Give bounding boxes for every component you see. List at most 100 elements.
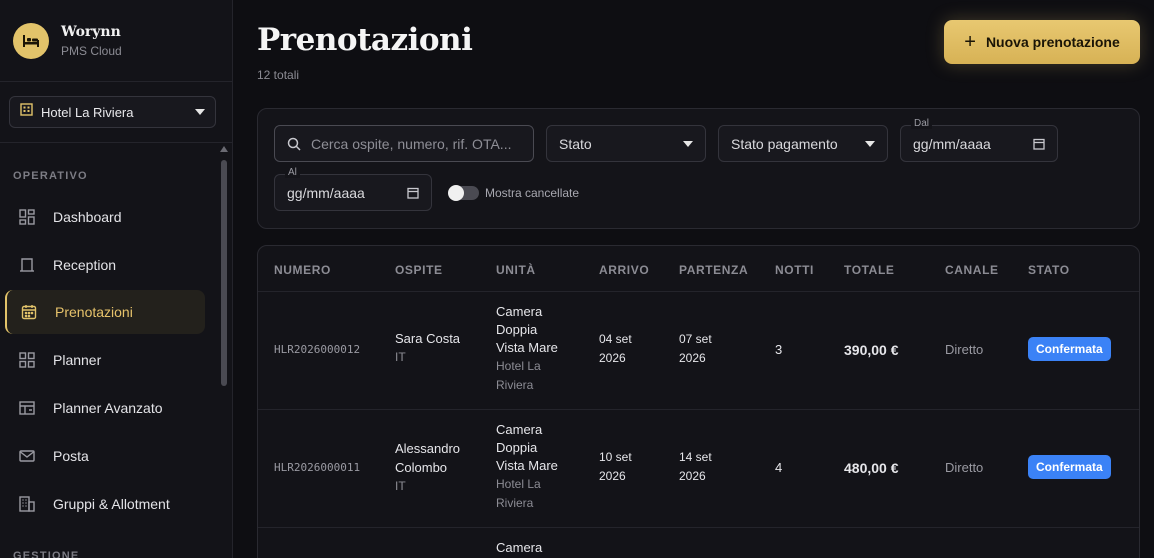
bookings-table: NUMERO OSPITE UNITÀ ARRIVO PARTENZA NOTT… bbox=[257, 245, 1140, 558]
layout-icon bbox=[17, 398, 37, 418]
row-divider bbox=[258, 409, 1139, 410]
brand-subtitle: PMS Cloud bbox=[61, 43, 122, 58]
calendar-picker-icon[interactable] bbox=[1033, 138, 1045, 150]
arrival-line: 10 set bbox=[599, 450, 632, 464]
sidebar-item-prenotazioni[interactable]: Prenotazioni bbox=[5, 290, 205, 334]
brand: Worynn PMS Cloud bbox=[0, 0, 232, 82]
search-icon bbox=[287, 137, 301, 151]
column-header-arrivo[interactable]: ARRIVO bbox=[599, 263, 649, 277]
unit-cell: Camera bbox=[496, 539, 542, 557]
bed-icon bbox=[13, 22, 49, 59]
plus-icon: + bbox=[964, 31, 976, 53]
date-to-label: Al bbox=[285, 167, 300, 178]
section-label-gestione: GESTIONE bbox=[13, 550, 80, 558]
sidebar-item-label: Planner bbox=[53, 352, 102, 368]
guest-name: Alessandro Colombo IT bbox=[395, 439, 460, 496]
row-divider bbox=[258, 527, 1139, 528]
new-booking-label: Nuova prenotazione bbox=[985, 34, 1120, 50]
sidebar-item-posta[interactable]: Posta bbox=[5, 434, 205, 478]
sidebar-item-planner[interactable]: Planner bbox=[5, 338, 205, 382]
unit-cell: Camera Doppia Vista Mare Hotel La Rivier… bbox=[496, 421, 558, 513]
unit-line: Camera bbox=[496, 304, 543, 319]
nights-count: 3 bbox=[775, 342, 783, 357]
mail-icon bbox=[17, 446, 37, 466]
guest-name-text: Colombo bbox=[395, 460, 448, 475]
column-header-stato[interactable]: STATO bbox=[1028, 263, 1070, 277]
departure-date: 07 set 2026 bbox=[679, 330, 712, 368]
unit-line: Vista Mare bbox=[496, 458, 558, 473]
unit-line: Vista Mare bbox=[496, 340, 558, 355]
unit-cell: Camera Doppia Vista Mare Hotel La Rivier… bbox=[496, 303, 558, 395]
section-label-operativo: OPERATIVO bbox=[13, 170, 88, 182]
arrival-line: 2026 bbox=[599, 469, 626, 483]
channel: Diretto bbox=[945, 342, 984, 357]
status-badge: Confermata bbox=[1028, 337, 1111, 361]
sidebar: Worynn PMS Cloud Hotel La Riviera OPERAT… bbox=[0, 0, 233, 558]
date-to-input[interactable]: gg/mm/aaaa bbox=[274, 174, 432, 211]
scroll-thumb[interactable] bbox=[221, 160, 227, 386]
sidebar-divider bbox=[0, 142, 232, 143]
page-title: Prenotazioni bbox=[257, 22, 473, 58]
filters-panel: Cerca ospite, numero, rif. OTA... Stato … bbox=[257, 108, 1140, 229]
row-divider bbox=[258, 291, 1139, 292]
guest-name-text: Alessandro bbox=[395, 441, 461, 456]
show-cancelled-label: Mostra cancellate bbox=[485, 186, 580, 200]
hotel-line: Hotel La bbox=[496, 477, 541, 491]
total-amount: 480,00 € bbox=[844, 460, 899, 476]
hotel-line: Riviera bbox=[496, 378, 534, 392]
hotel-line: Riviera bbox=[496, 496, 534, 510]
date-from-value: gg/mm/aaaa bbox=[913, 135, 991, 152]
hotel-selector[interactable]: Hotel La Riviera bbox=[9, 96, 216, 128]
departure-line: 2026 bbox=[679, 469, 706, 483]
arrival-line: 04 set bbox=[599, 332, 632, 346]
sidebar-scrollbar[interactable] bbox=[219, 146, 229, 558]
calendar-icon bbox=[19, 302, 39, 322]
guest-name-text: Sara Costa bbox=[395, 331, 461, 346]
scroll-up-arrow-icon[interactable] bbox=[220, 146, 228, 152]
booking-number[interactable]: HLR2026000012 bbox=[274, 341, 360, 359]
unit-line: Doppia bbox=[496, 322, 538, 337]
calendar-picker-icon[interactable] bbox=[407, 187, 419, 199]
arrival-date: 10 set 2026 bbox=[599, 448, 632, 486]
column-header-notti[interactable]: NOTTI bbox=[775, 263, 814, 277]
status-select[interactable]: Stato bbox=[546, 125, 706, 162]
date-from-label: Dal bbox=[911, 118, 933, 129]
column-header-canale[interactable]: CANALE bbox=[945, 263, 999, 277]
search-input[interactable]: Cerca ospite, numero, rif. OTA... bbox=[274, 125, 534, 162]
sidebar-item-dashboard[interactable]: Dashboard bbox=[5, 195, 205, 239]
new-booking-button[interactable]: + Nuova prenotazione bbox=[944, 20, 1140, 64]
date-to-value: gg/mm/aaaa bbox=[287, 184, 365, 201]
sidebar-item-label: Gruppi & Allotment bbox=[53, 496, 170, 512]
date-from-input[interactable]: gg/mm/aaaa bbox=[900, 125, 1058, 162]
column-header-unita[interactable]: UNITÀ bbox=[496, 263, 536, 277]
unit-line: Camera bbox=[496, 422, 543, 437]
guest-name: Sara Costa IT bbox=[395, 330, 460, 366]
sidebar-item-label: Dashboard bbox=[53, 209, 122, 225]
payment-status-select-value: Stato pagamento bbox=[731, 135, 838, 152]
sidebar-item-label: Reception bbox=[53, 257, 117, 273]
sidebar-item-label: Prenotazioni bbox=[55, 304, 133, 320]
departure-date: 14 set 2026 bbox=[679, 448, 712, 486]
status-badge: Confermata bbox=[1028, 455, 1111, 479]
unit-line: Camera bbox=[496, 540, 543, 555]
total-amount: 390,00 € bbox=[844, 342, 899, 358]
arrival-line: 2026 bbox=[599, 351, 626, 365]
sidebar-item-gruppi-allotment[interactable]: Gruppi & Allotment bbox=[5, 482, 205, 526]
column-header-ospite[interactable]: OSPITE bbox=[395, 263, 443, 277]
show-cancelled-toggle[interactable] bbox=[448, 185, 479, 201]
column-header-partenza[interactable]: PARTENZA bbox=[679, 263, 748, 277]
status-select-value: Stato bbox=[559, 135, 592, 152]
payment-status-select[interactable]: Stato pagamento bbox=[718, 125, 888, 162]
hotel-line: Hotel La bbox=[496, 359, 541, 373]
unit-line: Doppia bbox=[496, 440, 538, 455]
guest-country: IT bbox=[395, 479, 406, 493]
arrival-date: 04 set 2026 bbox=[599, 330, 632, 368]
column-header-numero[interactable]: NUMERO bbox=[274, 263, 331, 277]
sidebar-item-planner-avanzato[interactable]: Planner Avanzato bbox=[5, 386, 205, 430]
search-placeholder: Cerca ospite, numero, rif. OTA... bbox=[311, 135, 512, 152]
column-header-totale[interactable]: TOTALE bbox=[844, 263, 895, 277]
booking-number[interactable]: HLR2026000011 bbox=[274, 459, 360, 477]
sidebar-item-reception[interactable]: Reception bbox=[5, 243, 205, 287]
guest-country: IT bbox=[395, 350, 406, 364]
departure-line: 2026 bbox=[679, 351, 706, 365]
